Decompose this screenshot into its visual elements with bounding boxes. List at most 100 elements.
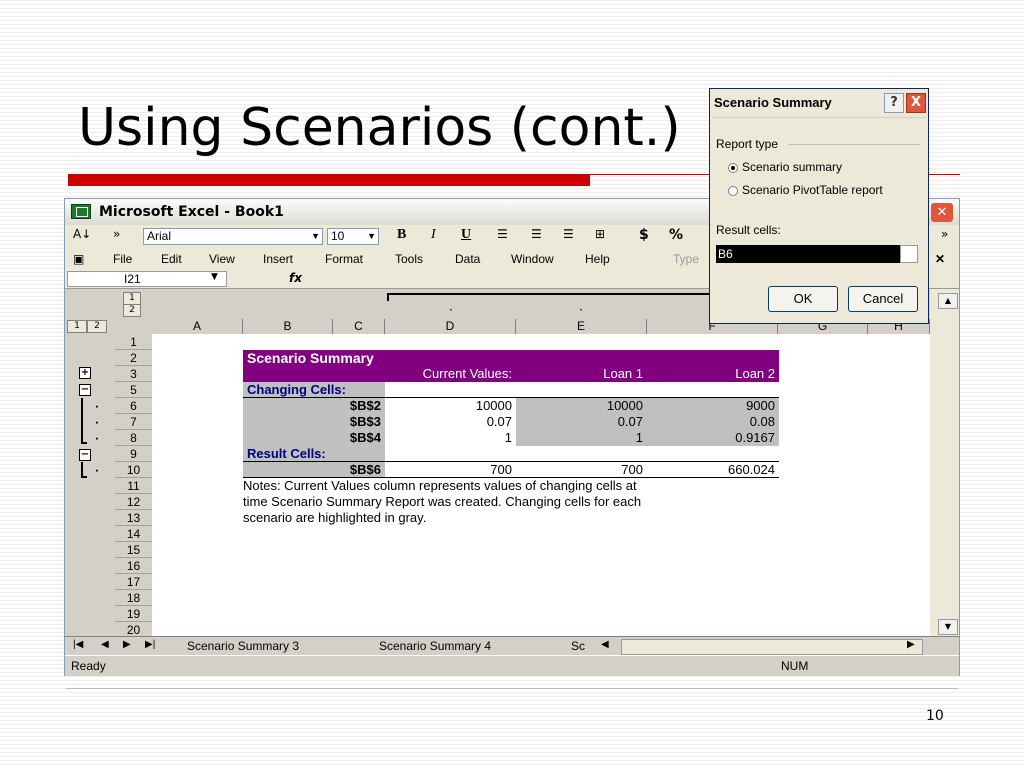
horizontal-scrollbar[interactable]: [621, 639, 923, 655]
percent-button[interactable]: %: [669, 227, 683, 243]
dialog-close-button[interactable]: X: [906, 93, 926, 113]
pivottable-report-radio[interactable]: [728, 186, 738, 196]
cancel-button[interactable]: Cancel: [848, 286, 918, 312]
outline-expand-button[interactable]: +: [79, 367, 91, 379]
row-header[interactable]: 13: [115, 510, 152, 526]
changing-cell-ref: $B$4: [243, 430, 385, 446]
hscroll-left-icon[interactable]: ◀: [601, 639, 609, 650]
menu-data[interactable]: Data: [455, 252, 480, 266]
outline-group-bracket: [81, 462, 87, 478]
toolbar-overflow-right-icon[interactable]: »: [941, 227, 948, 241]
row-header[interactable]: 19: [115, 606, 152, 622]
align-center-icon[interactable]: ☰: [531, 227, 542, 241]
menu-edit[interactable]: Edit: [161, 252, 182, 266]
result-cells-input[interactable]: B6: [716, 245, 912, 263]
worksheet-grid[interactable]: Scenario Summary Current Values: Loan 1 …: [152, 334, 930, 636]
bold-button[interactable]: B: [397, 227, 406, 243]
sheet-tab-scenario-summary-3[interactable]: Scenario Summary 3: [187, 639, 299, 653]
menu-file[interactable]: File: [113, 252, 132, 266]
changing-current-value: 0.07: [486, 414, 512, 429]
changing-loan1-value: 0.07: [516, 414, 647, 430]
align-right-icon[interactable]: ☰: [563, 227, 574, 241]
outline-level-left-2[interactable]: 2: [87, 320, 107, 333]
scenario-summary-option[interactable]: Scenario summary: [742, 160, 842, 174]
hscroll-right-icon[interactable]: ▶: [907, 639, 915, 650]
menu-tools[interactable]: Tools: [395, 252, 423, 266]
result-cells-label: Result Cells:: [243, 446, 385, 462]
summary-notes-line: scenario are highlighted in gray.: [243, 510, 427, 525]
menu-insert[interactable]: Insert: [263, 252, 293, 266]
row-header[interactable]: 3: [115, 366, 152, 382]
last-sheet-icon[interactable]: ▶|: [145, 639, 155, 650]
summary-header-loan1: Loan 1: [516, 366, 647, 382]
excel-close-button[interactable]: ✕: [931, 203, 953, 222]
row-header[interactable]: 8: [115, 430, 152, 446]
changing-cell-ref: $B$2: [243, 398, 385, 414]
outline-collapse-button[interactable]: −: [79, 384, 91, 396]
align-left-icon[interactable]: ☰: [497, 227, 508, 241]
row-header[interactable]: 7: [115, 414, 152, 430]
row-header[interactable]: 10: [115, 462, 152, 478]
row-header[interactable]: 16: [115, 558, 152, 574]
column-header-a[interactable]: A: [152, 319, 243, 334]
ok-button[interactable]: OK: [768, 286, 838, 312]
font-name-select[interactable]: Arial ▼: [143, 228, 323, 245]
next-sheet-icon[interactable]: ▶: [123, 639, 131, 650]
pivottable-report-option[interactable]: Scenario PivotTable report: [742, 183, 883, 197]
underline-button[interactable]: U: [461, 227, 471, 243]
sheet-tab-scenario-summary-4[interactable]: Scenario Summary 4: [379, 639, 491, 653]
changing-current-value: 1: [504, 430, 512, 445]
menu-help[interactable]: Help: [585, 252, 610, 266]
name-box-dropdown-icon[interactable]: ▼: [211, 272, 218, 282]
name-box[interactable]: I21: [67, 271, 227, 287]
row-header[interactable]: 18: [115, 590, 152, 606]
row-header[interactable]: 17: [115, 574, 152, 590]
outline-level-left-1[interactable]: 1: [67, 320, 87, 333]
italic-button[interactable]: I: [431, 227, 436, 243]
menu-view[interactable]: View: [209, 252, 235, 266]
menu-window[interactable]: Window: [511, 252, 554, 266]
collapse-dialog-icon[interactable]: [900, 245, 918, 263]
row-header[interactable]: 5: [115, 382, 152, 398]
row-header[interactable]: 6: [115, 398, 152, 414]
row-header[interactable]: 2: [115, 350, 152, 366]
scroll-up-icon[interactable]: ▲: [938, 293, 958, 309]
row-header[interactable]: 12: [115, 494, 152, 510]
outline-collapse-button[interactable]: −: [79, 449, 91, 461]
column-header-c[interactable]: C: [333, 319, 385, 334]
scroll-down-icon[interactable]: ▼: [938, 619, 958, 635]
prev-sheet-icon[interactable]: ◀: [101, 639, 109, 650]
row-header[interactable]: 14: [115, 526, 152, 542]
sheet-tab-bar: |◀ ◀ ▶ ▶| Scenario Summary 3 Scenario Su…: [65, 636, 959, 655]
scenario-summary-radio[interactable]: [728, 163, 738, 173]
row-header[interactable]: 15: [115, 542, 152, 558]
toolbar-overflow-icon[interactable]: »: [113, 227, 120, 241]
slide-title: Using Scenarios (cont.): [78, 98, 681, 158]
vertical-scrollbar[interactable]: ▲ ▼: [930, 289, 959, 637]
status-ready: Ready: [71, 659, 106, 673]
help-question-input[interactable]: Type: [673, 252, 699, 266]
footer-rule: [66, 688, 958, 689]
currency-button[interactable]: $: [639, 227, 649, 243]
row-header[interactable]: 11: [115, 478, 152, 494]
font-size-select[interactable]: 10 ▼: [327, 228, 379, 245]
dialog-help-button[interactable]: ?: [884, 93, 904, 113]
dialog-title: Scenario Summary: [714, 95, 832, 110]
result-cell-ref: $B$6: [243, 462, 385, 478]
outline-level-top-2[interactable]: 2: [123, 304, 141, 317]
column-header-b[interactable]: B: [243, 319, 333, 334]
first-sheet-icon[interactable]: |◀: [73, 639, 83, 650]
excel-app-icon: [71, 204, 91, 219]
row-header[interactable]: 1: [115, 334, 152, 350]
column-header-e[interactable]: E: [516, 319, 647, 334]
close-workbook-icon[interactable]: ✕: [935, 252, 945, 266]
sheet-icon[interactable]: ▣: [73, 252, 84, 266]
sort-ascending-icon[interactable]: A↓: [73, 227, 91, 241]
insert-function-icon[interactable]: fx: [289, 271, 302, 285]
summary-header-loan2: Loan 2: [647, 366, 779, 382]
menu-format[interactable]: Format: [325, 252, 363, 266]
sheet-tab-partial[interactable]: Sc: [571, 639, 585, 653]
column-header-d[interactable]: D: [385, 319, 516, 334]
row-header[interactable]: 9: [115, 446, 152, 462]
merge-center-icon[interactable]: ⊞: [595, 227, 605, 241]
